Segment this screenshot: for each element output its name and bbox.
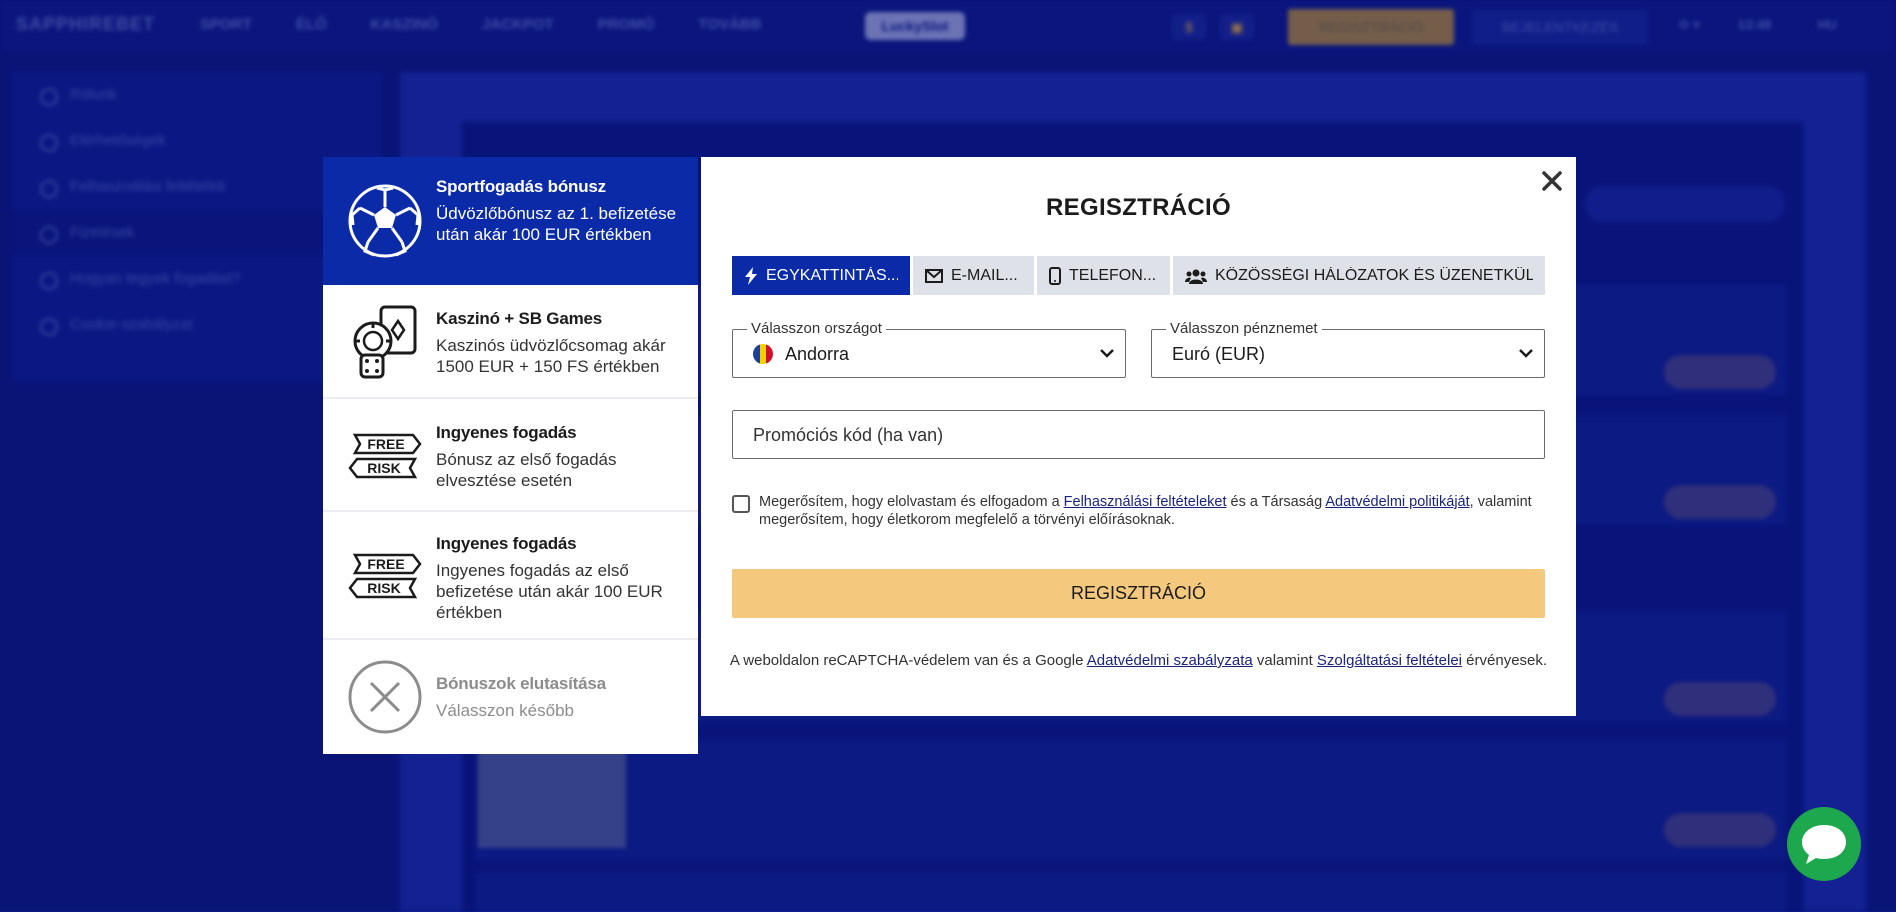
bonus-option-free-bet-loss[interactable]: FREE RISK Ingyenes fogadás Bónusz az els… [323,399,698,512]
chat-bubble-icon [1802,825,1846,864]
tab-social[interactable]: KÖZÖSSÉGI HÁLÓZATOK ÉS ÜZENETKÜLD... [1173,256,1545,295]
free-risk-icon: FREE RISK [348,553,422,599]
google-terms-link[interactable]: Szolgáltatási feltételei [1317,652,1462,669]
bonus-title: Bónuszok elutasítása [436,674,606,693]
registration-tabs: EGYKATTINTÁS... E-MAIL... TELEFON... KÖZ… [732,256,1545,295]
soccer-ball-icon [348,184,422,258]
bonus-option-free-bet-deposit[interactable]: FREE RISK Ingyenes fogadás Ingyenes foga… [323,512,698,640]
bonus-option-sport[interactable]: Sportfogadás bónusz Üdvözlőbónusz az 1. … [323,157,698,285]
chevron-down-icon [1100,349,1114,358]
country-label: Válasszon országot [747,320,886,337]
currency-select[interactable]: Válasszon pénznemet Euró (EUR) [1151,320,1545,378]
terms-text-part: és a Társaság [1226,494,1326,510]
bonus-description: Ingyenes fogadás az első befizetése után… [436,561,663,622]
bonus-description: Bónusz az első fogadás elvesztése esetén [436,450,617,490]
close-icon[interactable] [1538,167,1566,195]
tab-email[interactable]: E-MAIL... [913,256,1034,295]
phone-icon [1049,266,1061,285]
bonus-option-decline[interactable]: Bónuszok elutasítása Válasszon később [323,640,698,754]
currency-label: Válasszon pénznemet [1166,320,1322,337]
captcha-text-part: valamint [1252,652,1317,669]
terms-checkbox[interactable] [732,495,750,513]
registration-modal: REGISZTRÁCIÓ EGYKATTINTÁS... E-MAIL... T… [701,157,1576,716]
bonus-description: Kaszinós üdvözlőcsomag akár 1500 EUR + 1… [436,336,666,376]
tab-label: EGYKATTINTÁS... [766,266,898,284]
free-text: FREE [367,436,404,452]
andorra-flag-icon [753,344,773,364]
captcha-text-part: érvényesek. [1462,652,1548,669]
currency-value: Euró (EUR) [1172,344,1266,364]
country-select[interactable]: Válasszon országot Andorra [732,320,1126,378]
modal-title: REGISZTRÁCIÓ [1046,194,1231,221]
promo-code-placeholder: Promóciós kód (ha van) [753,425,944,445]
free-text: FREE [367,556,404,572]
terms-text-part: Megerősítem, hogy elolvastam és elfogado… [759,494,1064,510]
tab-phone[interactable]: TELEFON... [1037,256,1170,295]
terms-of-use-link[interactable]: Felhasználási feltételeket [1064,494,1227,510]
register-button[interactable]: REGISZTRÁCIÓ [732,569,1545,618]
chat-button[interactable] [1787,807,1861,881]
tab-label: KÖZÖSSÉGI HÁLÓZATOK ÉS ÜZENETKÜLD... [1215,266,1533,284]
chevron-down-icon [1519,349,1533,358]
privacy-policy-link[interactable]: Adatvédelmi politikáját [1325,494,1469,510]
bonus-description: Üdvözlőbónusz az 1. befizetése után akár… [436,204,677,244]
bonus-title: Kaszinó + SB Games [436,309,602,328]
casino-chips-icon [353,305,417,379]
risk-text: RISK [367,580,400,596]
risk-text: RISK [367,460,400,476]
lightning-icon [745,266,757,285]
bonus-option-casino[interactable]: Kaszinó + SB Games Kaszinós üdvözlőcsoma… [323,285,698,399]
tab-label: E-MAIL... [951,266,1018,284]
google-privacy-link[interactable]: Adatvédelmi szabályzata [1087,652,1253,669]
terms-text: Megerősítem, hogy elolvastam és elfogado… [759,493,1549,529]
country-value: Andorra [785,344,850,364]
users-icon [1185,269,1207,284]
recaptcha-notice: A weboldalon reCAPTCHA-védelem van és a … [701,652,1576,669]
bonus-panel: Sportfogadás bónusz Üdvözlőbónusz az 1. … [323,157,698,754]
promo-code-input[interactable]: Promóciós kód (ha van) [732,410,1545,459]
tab-one-click[interactable]: EGYKATTINTÁS... [732,256,910,295]
tab-label: TELEFON... [1069,266,1157,284]
bonus-description: Válasszon később [436,701,574,720]
bonus-title: Ingyenes fogadás [436,423,577,442]
close-circle-icon [348,660,422,734]
captcha-text-part: A weboldalon reCAPTCHA-védelem van és a … [729,652,1087,669]
free-risk-icon: FREE RISK [348,433,422,478]
envelope-icon [925,268,943,283]
bonus-title: Sportfogadás bónusz [436,177,606,196]
bonus-title: Ingyenes fogadás [436,534,577,553]
